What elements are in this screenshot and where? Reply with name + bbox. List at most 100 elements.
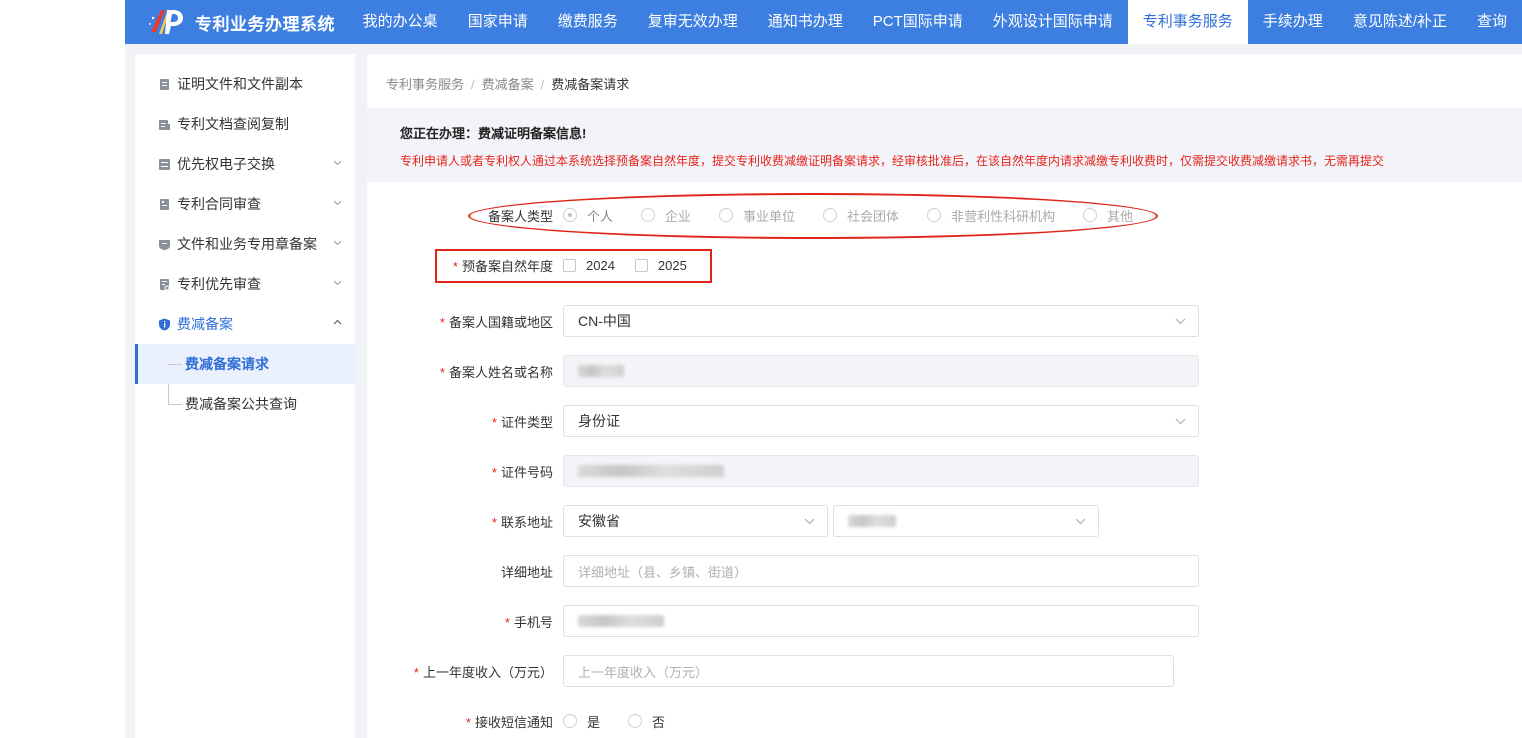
radio-sms-no[interactable]: 否 [628, 712, 665, 731]
field-label: * 联系地址 [491, 514, 553, 530]
chevron-down-icon [333, 280, 342, 286]
sidebar-subitem-label: 费减备案请求 [185, 356, 269, 372]
sidebar: 证明文件和文件副本 专利文档查阅复制 优先权电子交换 专利合同审查 文件和业务专… [135, 54, 355, 738]
app-title: 专利业务办理系统 [195, 14, 335, 34]
sidebar-item-fee-reduction[interactable]: 费减备案 [135, 304, 355, 344]
radio-control[interactable] [563, 208, 577, 222]
nav-reexamination[interactable]: 复审无效办理 [633, 0, 753, 44]
form-row-name: * 备案人姓名或名称 [367, 355, 1199, 387]
sidebar-item-priority-review[interactable]: 专利优先审查 [135, 264, 355, 304]
nav-national-application[interactable]: 国家申请 [453, 0, 543, 44]
form-row-phone: * 手机号 [367, 605, 1199, 637]
redacted-value [578, 365, 624, 377]
breadcrumb-item[interactable]: 专利事务服务 [386, 77, 464, 92]
income-input[interactable]: 上一年度收入（万元） [563, 655, 1174, 687]
checkbox-control[interactable] [634, 258, 648, 272]
form-row-year: * 预备案自然年度 2024 2025 [367, 249, 707, 281]
app-logo[interactable]: 专利业务办理系统 [125, 0, 348, 44]
sidebar-item-seal-filing[interactable]: 文件和业务专用章备案 [135, 224, 355, 264]
document-stack-icon [158, 78, 171, 91]
sidebar-subitem-public-query[interactable]: 费减备案公共查询 [135, 384, 355, 424]
redacted-value [578, 615, 664, 627]
radio-other[interactable]: 其他 [1083, 206, 1133, 225]
notice-title: 您正在办理：费减证明备案信息! [400, 126, 587, 141]
city-select[interactable] [833, 505, 1099, 537]
field-label: * 备案人姓名或名称 [439, 364, 553, 380]
radio-control[interactable] [719, 208, 734, 222]
radio-control[interactable] [563, 714, 577, 728]
sidebar-subitem-fee-reduction-request[interactable]: 费减备案请求 [135, 344, 355, 384]
radio-nonprofit-research[interactable]: 非营利性科研机构 [927, 206, 1055, 225]
checkbox-2025[interactable]: 2025 [634, 258, 687, 273]
form-row-income: * 上一年度收入（万元） 上一年度收入（万元） [367, 655, 1174, 687]
breadcrumb: 专利事务服务 / 费减备案 / 费减备案请求 [386, 77, 630, 92]
field-label: * 备案人国籍或地区 [439, 314, 553, 330]
radio-control[interactable] [927, 208, 942, 222]
field-label: * 预备案自然年度 [452, 258, 553, 274]
field-label: 详细地址 [500, 564, 553, 580]
form-row-id-type: * 证件类型 身份证 [367, 405, 1199, 437]
redacted-value [848, 515, 896, 527]
field-label: * 证件号码 [491, 464, 553, 480]
contract-icon [158, 198, 171, 211]
breadcrumb-item[interactable]: 费减备案 [482, 77, 534, 92]
form-row-detail-address: 详细地址 详细地址（县、乡镇、街道） [367, 555, 1199, 587]
nav-fee-service[interactable]: 缴费服务 [543, 0, 633, 44]
chevron-down-icon [1075, 518, 1086, 525]
nationality-select[interactable]: CN-中国 [563, 305, 1199, 337]
field-label: 备案人类型 [487, 208, 553, 224]
radio-individual[interactable]: 个人 [563, 206, 613, 225]
chevron-down-icon [333, 200, 342, 206]
phone-input[interactable] [563, 605, 1199, 637]
id-number-field [563, 455, 1199, 487]
nav-query[interactable]: 查询 [1462, 0, 1522, 44]
id-type-select[interactable]: 身份证 [563, 405, 1199, 437]
screen: 专利业务办理系统 我的办公桌 国家申请 缴费服务 复审无效办理 通知书办理 PC… [0, 0, 1522, 738]
top-nav-bar: 专利业务办理系统 我的办公桌 国家申请 缴费服务 复审无效办理 通知书办理 PC… [125, 0, 1522, 44]
checkbox-2024[interactable]: 2024 [563, 258, 615, 273]
field-label: * 接收短信通知 [465, 714, 553, 730]
nav-my-desk[interactable]: 我的办公桌 [348, 0, 453, 44]
radio-control[interactable] [823, 208, 838, 222]
sidebar-item-certificates[interactable]: 证明文件和文件副本 [135, 64, 355, 104]
radio-control[interactable] [1083, 208, 1098, 222]
priority-icon [158, 278, 171, 291]
chevron-down-icon [333, 160, 342, 166]
notice-panel: 您正在办理：费减证明备案信息! 专利申请人或者专利权人通过本系统选择预备案自然年… [367, 108, 1522, 182]
sidebar-item-label: 文件和业务专用章备案 [177, 236, 317, 252]
fee-reduction-form: 备案人类型 个人 企业 事业单位 社会团体 非营利性科研机构 其他 * 预备案自然… [367, 182, 1522, 738]
field-label: * 证件类型 [491, 414, 553, 430]
nav-patent-affairs[interactable]: 专利事务服务 [1127, 0, 1248, 44]
nav-notices[interactable]: 通知书办理 [753, 0, 858, 44]
sidebar-item-label: 证明文件和文件副本 [177, 76, 303, 92]
radio-control[interactable] [641, 208, 656, 222]
nav-opinion-correction[interactable]: 意见陈述/补正 [1338, 0, 1462, 44]
nav-procedures[interactable]: 手续办理 [1248, 0, 1338, 44]
sidebar-item-label: 费减备案 [177, 316, 233, 332]
patent-logo-icon [149, 10, 183, 34]
radio-social-group[interactable]: 社会团体 [823, 206, 899, 225]
left-gutter [0, 0, 125, 738]
seal-icon [158, 238, 171, 251]
exchange-icon [158, 158, 171, 171]
main-panel: 专利事务服务 / 费减备案 / 费减备案请求 您正在办理：费减证明备案信息! 专利申请人… [367, 54, 1522, 738]
sidebar-item-label: 专利优先审查 [177, 276, 261, 292]
field-label: * 手机号 [504, 614, 553, 630]
chevron-down-icon [333, 240, 342, 246]
nav-design-international[interactable]: 外观设计国际申请 [978, 0, 1128, 44]
sidebar-item-contract-review[interactable]: 专利合同审查 [135, 184, 355, 224]
radio-control[interactable] [628, 714, 643, 728]
notice-text: 专利申请人或者专利权人通过本系统选择预备案自然年度，提交专利收费减缴证明备案请求… [400, 154, 1385, 168]
sidebar-item-priority-exchange[interactable]: 优先权电子交换 [135, 144, 355, 184]
form-row-nationality: * 备案人国籍或地区 CN-中国 [367, 305, 1199, 337]
radio-sms-yes[interactable]: 是 [563, 712, 600, 731]
province-select[interactable]: 安徽省 [563, 505, 828, 537]
document-copy-icon [158, 118, 171, 131]
radio-enterprise[interactable]: 企业 [641, 206, 691, 225]
nav-pct[interactable]: PCT国际申请 [858, 0, 978, 44]
detail-address-input[interactable]: 详细地址（县、乡镇、街道） [563, 555, 1199, 587]
sidebar-item-label: 优先权电子交换 [177, 156, 275, 172]
checkbox-control[interactable] [563, 258, 576, 272]
radio-institution[interactable]: 事业单位 [719, 206, 795, 225]
sidebar-item-document-copy[interactable]: 专利文档查阅复制 [135, 104, 355, 144]
